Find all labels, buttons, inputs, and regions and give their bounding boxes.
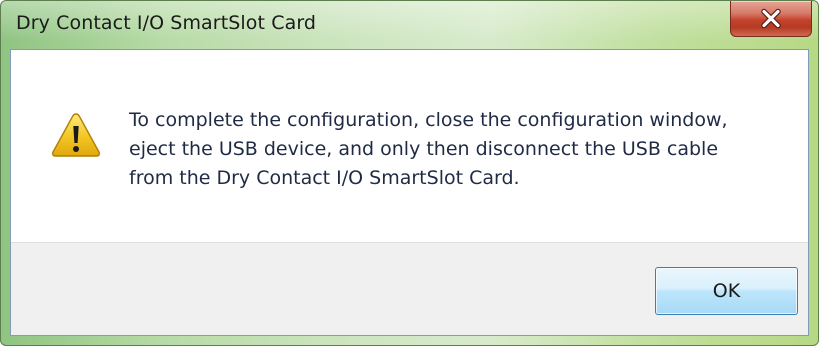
close-button[interactable] (730, 1, 812, 37)
title-bar[interactable]: Dry Contact I/O SmartSlot Card (1, 1, 818, 49)
close-icon (761, 8, 781, 28)
message-area: To complete the configuration, close the… (11, 50, 808, 242)
button-bar: OK (11, 242, 808, 335)
dialog-client-area: To complete the configuration, close the… (10, 49, 809, 336)
dialog-message: To complete the configuration, close the… (129, 109, 728, 189)
window-title: Dry Contact I/O SmartSlot Card (16, 12, 317, 34)
warning-icon (52, 113, 100, 157)
dialog-window: Dry Contact I/O SmartSlot Card To comple… (0, 0, 819, 346)
ok-button[interactable]: OK (655, 267, 798, 315)
